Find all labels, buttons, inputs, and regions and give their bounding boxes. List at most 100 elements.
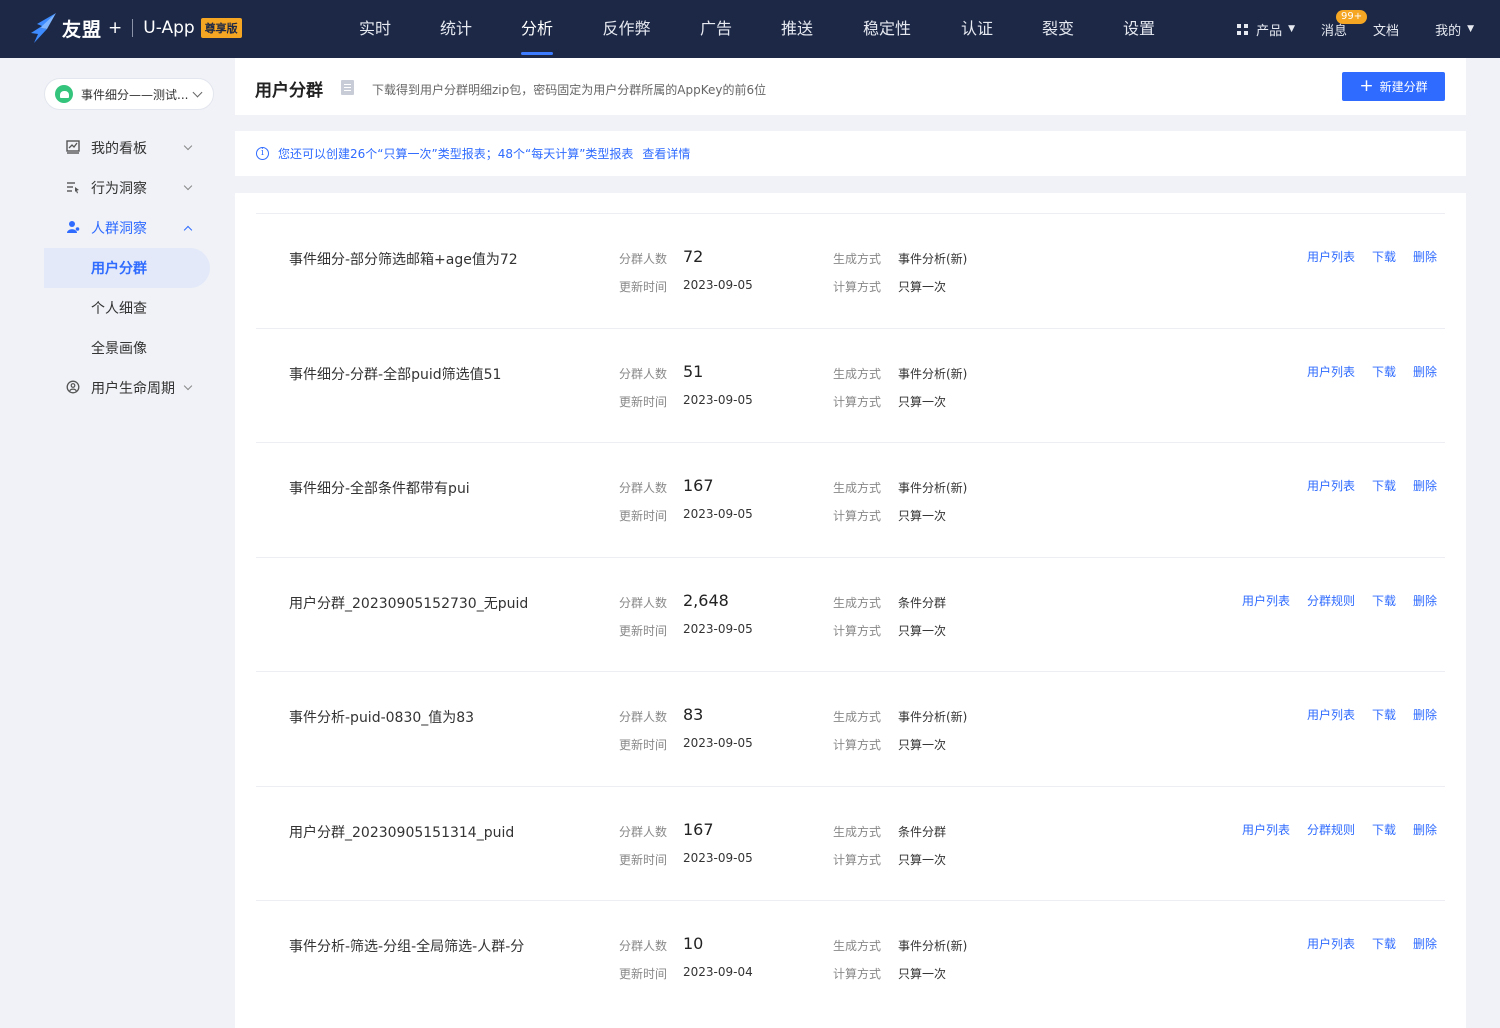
- nav-tab[interactable]: 设置: [1098, 0, 1180, 58]
- calc-label: 计算方式: [833, 394, 882, 409]
- count-label: 分群人数: [619, 710, 668, 724]
- count-label: 分群人数: [619, 595, 668, 610]
- page-description: 下载得到用户分群明细zip包，密码固定为用户分群所属的AppKey的前6位: [372, 83, 767, 97]
- plus-icon: +: [1359, 76, 1374, 96]
- new-segment-button[interactable]: + 新建分群: [1342, 72, 1445, 101]
- segment-name[interactable]: 事件分析-puid-0830_值为83: [289, 707, 474, 727]
- top-right-menu: 产品 ▼ 消息 99+ 文档 我的 ▼: [1211, 0, 1474, 58]
- segment-updated: 2023-09-05: [683, 392, 753, 407]
- sidebar-item-label: 人群洞察: [91, 221, 147, 237]
- segment-action-link[interactable]: 下载: [1372, 706, 1396, 723]
- nav-tab[interactable]: 反作弊: [577, 0, 676, 58]
- method-label: 生成方式: [833, 824, 882, 839]
- segment-updated: 2023-09-05: [683, 736, 753, 750]
- method-label: 生成方式: [833, 481, 882, 495]
- nav-tab[interactable]: 广告: [676, 0, 756, 58]
- sidebar-item-lifecycle[interactable]: 用户生命周期: [44, 368, 210, 408]
- segment-action-link[interactable]: 删除: [1413, 821, 1437, 838]
- updated-label: 更新时间: [619, 852, 668, 867]
- sidebar-item-behavior[interactable]: 行为洞察: [44, 168, 210, 208]
- list-item: 事件细分-全部条件都带有pui 分群人数 167 更新时间 2023-09-05 生成方式…: [256, 442, 1445, 556]
- chevron-down-icon: [183, 381, 193, 391]
- segment-action-link[interactable]: 分群规则: [1307, 821, 1355, 838]
- segment-calc: 只算一次: [898, 967, 947, 981]
- segment-method: 事件分析(新): [898, 710, 968, 724]
- docs-link[interactable]: 文档: [1373, 20, 1399, 39]
- list-item: 事件分析-筛选-分组-全局筛选-人群-分 分群人数 10 更新时间 2023-09-04…: [256, 900, 1445, 1014]
- segment-actions: 用户列表 下载 删除: [1290, 935, 1437, 952]
- account-menu[interactable]: 我的 ▼: [1435, 20, 1474, 39]
- segment-action-link[interactable]: 删除: [1413, 706, 1437, 723]
- logo-divider: [132, 19, 134, 37]
- chevron-down-icon: [193, 87, 203, 97]
- segment-action-link[interactable]: 删除: [1413, 477, 1437, 494]
- segment-method: 事件分析(新): [898, 252, 968, 266]
- segment-action-link[interactable]: 用户列表: [1307, 248, 1355, 265]
- segment-action-link[interactable]: 用户列表: [1307, 935, 1355, 952]
- segment-name[interactable]: 用户分群_20230905152730_无puid: [289, 593, 528, 613]
- messages-link[interactable]: 消息 99+: [1321, 9, 1368, 39]
- app-selector[interactable]: 事件细分——测试...: [44, 78, 214, 110]
- segment-action-link[interactable]: 下载: [1372, 477, 1396, 494]
- segment-action-link[interactable]: 用户列表: [1307, 706, 1355, 723]
- nav-tab[interactable]: 实时: [335, 0, 415, 58]
- segment-calc: 只算一次: [898, 738, 947, 752]
- segment-action-link[interactable]: 删除: [1413, 363, 1437, 380]
- segment-action-link[interactable]: 下载: [1372, 248, 1396, 265]
- nav-tab[interactable]: 推送: [756, 0, 838, 58]
- segment-name[interactable]: 事件细分-分群-全部puid筛选值51: [289, 364, 501, 384]
- segment-method: 事件分析(新): [898, 481, 968, 495]
- calc-label: 计算方式: [833, 738, 882, 752]
- updated-label: 更新时间: [619, 394, 668, 409]
- quota-notice-text: 您还可以创建26个“只算一次”类型报表；48个“每天计算”类型报表: [278, 147, 634, 161]
- nav-tab[interactable]: 统计: [415, 0, 497, 58]
- count-label: 分群人数: [619, 252, 668, 266]
- segment-method: 事件分析(新): [898, 939, 968, 953]
- nav-tab[interactable]: 稳定性: [838, 0, 936, 58]
- nav-tab[interactable]: 裂变: [1018, 0, 1098, 58]
- segment-calc: 只算一次: [898, 509, 947, 523]
- segment-action-link[interactable]: 删除: [1413, 592, 1437, 609]
- sidebar-item-user-lookup[interactable]: 个人细查: [44, 288, 210, 328]
- calc-label: 计算方式: [833, 280, 882, 294]
- sidebar-item-my-board[interactable]: 我的看板: [44, 128, 210, 168]
- segment-actions: 用户列表 下载 删除: [1290, 248, 1437, 265]
- info-icon: i: [256, 147, 269, 160]
- segment-action-link[interactable]: 下载: [1372, 935, 1396, 952]
- nav-tab[interactable]: 认证: [936, 0, 1018, 58]
- segment-action-link[interactable]: 用户列表: [1307, 363, 1355, 380]
- sidebar-item-crowd[interactable]: 人群洞察: [44, 208, 210, 248]
- segment-action-link[interactable]: 下载: [1372, 592, 1396, 609]
- main-nav: 实时 统计 分析 反作弊 广告 推送 稳定性 认证 裂变 设置: [335, 0, 1180, 58]
- segment-action-link[interactable]: 用户列表: [1242, 821, 1290, 838]
- segment-action-link[interactable]: 删除: [1413, 935, 1437, 952]
- umeng-logo[interactable]: 友盟 + U-App 尊享版: [28, 12, 242, 44]
- view-details-link[interactable]: 查看详情: [642, 145, 690, 162]
- segment-action-link[interactable]: 下载: [1372, 363, 1396, 380]
- updated-label: 更新时间: [619, 509, 668, 523]
- updated-label: 更新时间: [619, 738, 668, 752]
- products-label: 产品: [1256, 23, 1283, 39]
- segment-name[interactable]: 事件细分-全部条件都带有pui: [289, 478, 470, 498]
- products-menu[interactable]: 产品 ▼: [1237, 20, 1295, 39]
- segment-actions: 用户列表 下载 删除: [1290, 706, 1437, 723]
- calc-label: 计算方式: [833, 852, 882, 867]
- segment-action-link[interactable]: 用户列表: [1307, 477, 1355, 494]
- behavior-insight-icon: [65, 180, 80, 195]
- segment-action-link[interactable]: 删除: [1413, 248, 1437, 265]
- segment-actions: 用户列表 下载 删除: [1290, 363, 1437, 380]
- document-icon[interactable]: [341, 80, 354, 95]
- updated-label: 更新时间: [619, 623, 668, 638]
- segment-actions: 用户列表 分群规则 下载 删除: [1225, 592, 1437, 609]
- segment-action-link[interactable]: 用户列表: [1242, 592, 1290, 609]
- segment-name[interactable]: 事件细分-部分筛选邮箱+age值为72: [289, 249, 518, 269]
- segment-name[interactable]: 用户分群_20230905151314_puid: [289, 822, 514, 842]
- nav-tab[interactable]: 分析: [497, 0, 577, 58]
- count-label: 分群人数: [619, 824, 668, 839]
- segment-name[interactable]: 事件分析-筛选-分组-全局筛选-人群-分: [289, 936, 524, 956]
- segment-action-link[interactable]: 下载: [1372, 821, 1396, 838]
- segment-action-link[interactable]: 分群规则: [1307, 592, 1355, 609]
- sidebar-item-panorama[interactable]: 全景画像: [44, 328, 210, 368]
- sidebar-item-user-segments[interactable]: 用户分群: [44, 248, 210, 288]
- method-label: 生成方式: [833, 366, 882, 381]
